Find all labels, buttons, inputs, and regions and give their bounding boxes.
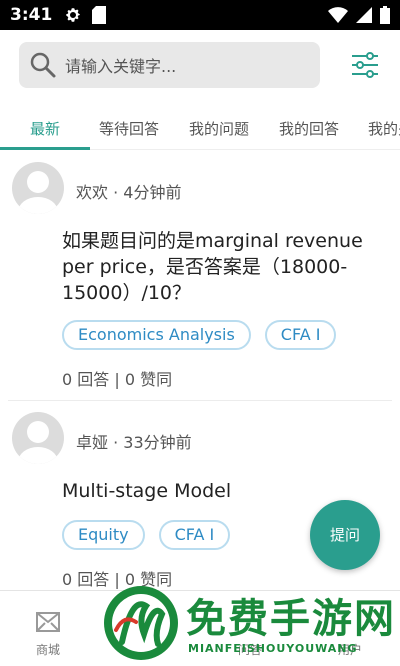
store-icon — [36, 612, 60, 632]
status-icons-right — [328, 6, 390, 24]
search-placeholder: 请输入关键字... — [65, 57, 177, 76]
sd-card-icon — [92, 6, 107, 24]
battery-icon — [380, 6, 390, 24]
tab-my-questions[interactable]: 我的问题 — [174, 110, 264, 149]
tag-list: Economics Analysis CFA I — [62, 320, 337, 350]
status-icons-left — [64, 6, 107, 24]
avatar[interactable] — [12, 162, 64, 214]
signal-icon — [356, 7, 372, 23]
author-and-time: 卓娅 · 33分钟前 — [76, 433, 192, 452]
tag-list: Equity CFA I — [62, 520, 231, 550]
search-input[interactable]: 请输入关键字... — [19, 42, 320, 88]
site-watermark: 免费手游网 MIANFEISHOUYOUWANG — [102, 580, 400, 666]
answer-like-stats: 0 回答 | 0 赞同 — [62, 370, 173, 389]
avatar[interactable] — [12, 412, 64, 464]
status-bar: 3:41 — [0, 0, 400, 30]
tab-my-follows[interactable]: 我的关 — [354, 110, 400, 149]
question-title[interactable]: 如果题目问的是marginal revenue per price，是否答案是（… — [62, 228, 382, 306]
nav-store[interactable]: 商城 — [8, 591, 88, 666]
search-icon — [30, 52, 56, 78]
tab-my-answers[interactable]: 我的回答 — [264, 110, 354, 149]
tab-active-indicator — [0, 147, 90, 150]
card-divider — [8, 400, 392, 401]
watermark-subtitle: MIANFEISHOUYOUWANG — [188, 642, 358, 655]
watermark-title: 免费手游网 — [186, 595, 396, 642]
tag[interactable]: Economics Analysis — [62, 320, 251, 350]
search-header: 请输入关键字... — [0, 30, 400, 102]
default-avatar-icon — [18, 171, 58, 214]
ask-question-button[interactable]: 提问 — [310, 500, 380, 570]
default-avatar-icon — [18, 421, 58, 464]
tab-awaiting-answer[interactable]: 等待回答 — [84, 110, 174, 149]
filter-sliders-icon — [352, 52, 378, 78]
settings-gear-icon — [66, 8, 81, 22]
tag[interactable]: CFA I — [158, 520, 231, 550]
nav-label: 商城 — [35, 643, 60, 657]
watermark-logo-icon — [104, 586, 178, 660]
tab-bar: 最新 等待回答 我的问题 我的回答 我的关 — [0, 110, 400, 150]
author-and-time: 欢欢 · 4分钟前 — [76, 183, 182, 202]
tag[interactable]: Equity — [62, 520, 145, 550]
filter-button[interactable] — [350, 50, 380, 80]
status-time: 3:41 — [10, 5, 53, 25]
wifi-icon — [328, 7, 348, 23]
tag[interactable]: CFA I — [264, 320, 337, 350]
tab-latest[interactable]: 最新 — [0, 110, 90, 149]
question-title[interactable]: Multi-stage Model — [62, 478, 382, 504]
